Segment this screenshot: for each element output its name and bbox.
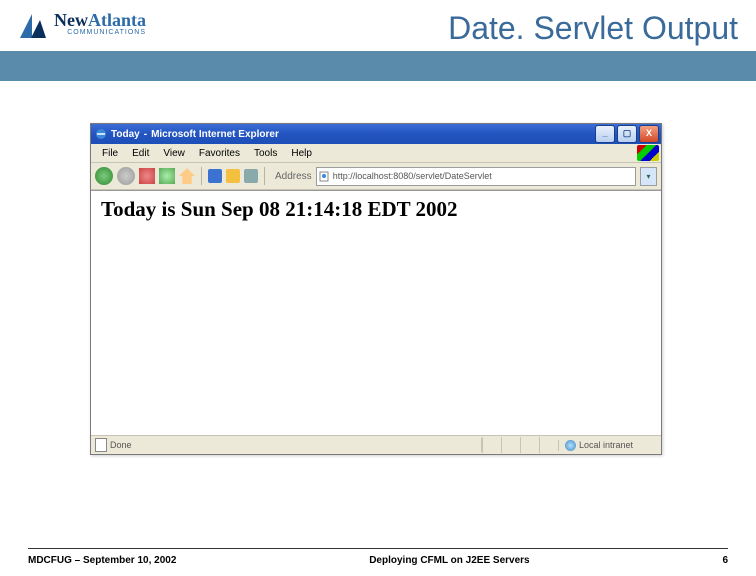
slide-content: Today - Microsoft Internet Explorer _ ▢ …	[0, 81, 756, 455]
window-controls: _ ▢ X	[595, 125, 659, 143]
address-label: Address	[275, 171, 312, 182]
ie-titlebar-left: Today - Microsoft Internet Explorer	[95, 128, 279, 140]
header-divider-bar	[0, 51, 756, 81]
status-left: Done	[91, 438, 482, 452]
status-segment	[501, 437, 520, 453]
history-button-icon[interactable]	[244, 169, 258, 183]
home-button-icon[interactable]	[179, 168, 195, 184]
footer-left: MDCFUG – September 10, 2002	[28, 555, 176, 566]
ie-menubar: File Edit View Favorites Tools Help	[91, 144, 661, 162]
status-segment	[520, 437, 539, 453]
status-text: Done	[110, 440, 132, 450]
close-button[interactable]: X	[639, 125, 659, 143]
address-dropdown-icon[interactable]: ▾	[640, 167, 657, 186]
forward-button-icon[interactable]	[117, 167, 135, 185]
logo-text: NewAtlanta	[54, 10, 146, 31]
ie-browser-window: Today - Microsoft Internet Explorer _ ▢ …	[90, 123, 662, 455]
maximize-button[interactable]: ▢	[617, 125, 637, 143]
windows-flag-icon	[637, 145, 659, 161]
slide-title: Date. Servlet Output	[448, 10, 738, 47]
ie-page-title: Today	[111, 129, 140, 140]
back-button-icon[interactable]	[95, 167, 113, 185]
slide-header: NewAtlanta COMMUNICATIONS Date. Servlet …	[0, 0, 756, 51]
logo-word-1: New	[54, 10, 88, 30]
menu-favorites[interactable]: Favorites	[192, 146, 247, 161]
address-bar[interactable]: http://localhost:8080/servlet/DateServle…	[316, 167, 636, 186]
search-button-icon[interactable]	[208, 169, 222, 183]
menu-tools[interactable]: Tools	[247, 146, 284, 161]
refresh-button-icon[interactable]	[159, 168, 175, 184]
status-segment	[539, 437, 558, 453]
page-body-text: Today is Sun Sep 08 21:14:18 EDT 2002	[101, 197, 651, 222]
favorites-button-icon[interactable]	[226, 169, 240, 183]
menu-view[interactable]: View	[156, 146, 192, 161]
toolbar-separator-2	[264, 167, 265, 185]
menu-file[interactable]: File	[95, 146, 125, 161]
status-zone: Local intranet	[558, 440, 661, 451]
ie-titlebar[interactable]: Today - Microsoft Internet Explorer _ ▢ …	[91, 124, 661, 144]
page-icon	[319, 171, 330, 182]
document-icon	[95, 438, 107, 452]
ie-app-name: Microsoft Internet Explorer	[151, 129, 279, 140]
logo-word-2: Atlanta	[88, 10, 146, 30]
ie-statusbar: Done Local intranet	[91, 435, 661, 454]
minimize-button[interactable]: _	[595, 125, 615, 143]
slide-footer: MDCFUG – September 10, 2002 Deploying CF…	[28, 548, 728, 566]
ie-toolbar: Address http://localhost:8080/servlet/Da…	[91, 162, 661, 190]
menu-edit[interactable]: Edit	[125, 146, 156, 161]
menu-help[interactable]: Help	[284, 146, 319, 161]
browser-content-area: Today is Sun Sep 08 21:14:18 EDT 2002	[91, 190, 661, 435]
company-logo: NewAtlanta COMMUNICATIONS	[18, 10, 146, 40]
ie-title-sep: -	[144, 129, 147, 140]
zone-text: Local intranet	[579, 440, 633, 450]
ie-app-icon	[95, 128, 107, 140]
address-url: http://localhost:8080/servlet/DateServle…	[333, 171, 492, 181]
logo-mark-icon	[18, 10, 48, 40]
stop-button-icon[interactable]	[139, 168, 155, 184]
status-segment	[482, 437, 501, 453]
logo-subtext: COMMUNICATIONS	[54, 29, 146, 36]
footer-center: Deploying CFML on J2EE Servers	[176, 555, 722, 566]
logo-text-block: NewAtlanta COMMUNICATIONS	[54, 10, 146, 36]
zone-icon	[565, 440, 576, 451]
toolbar-separator	[201, 167, 202, 185]
footer-page-number: 6	[722, 555, 728, 566]
